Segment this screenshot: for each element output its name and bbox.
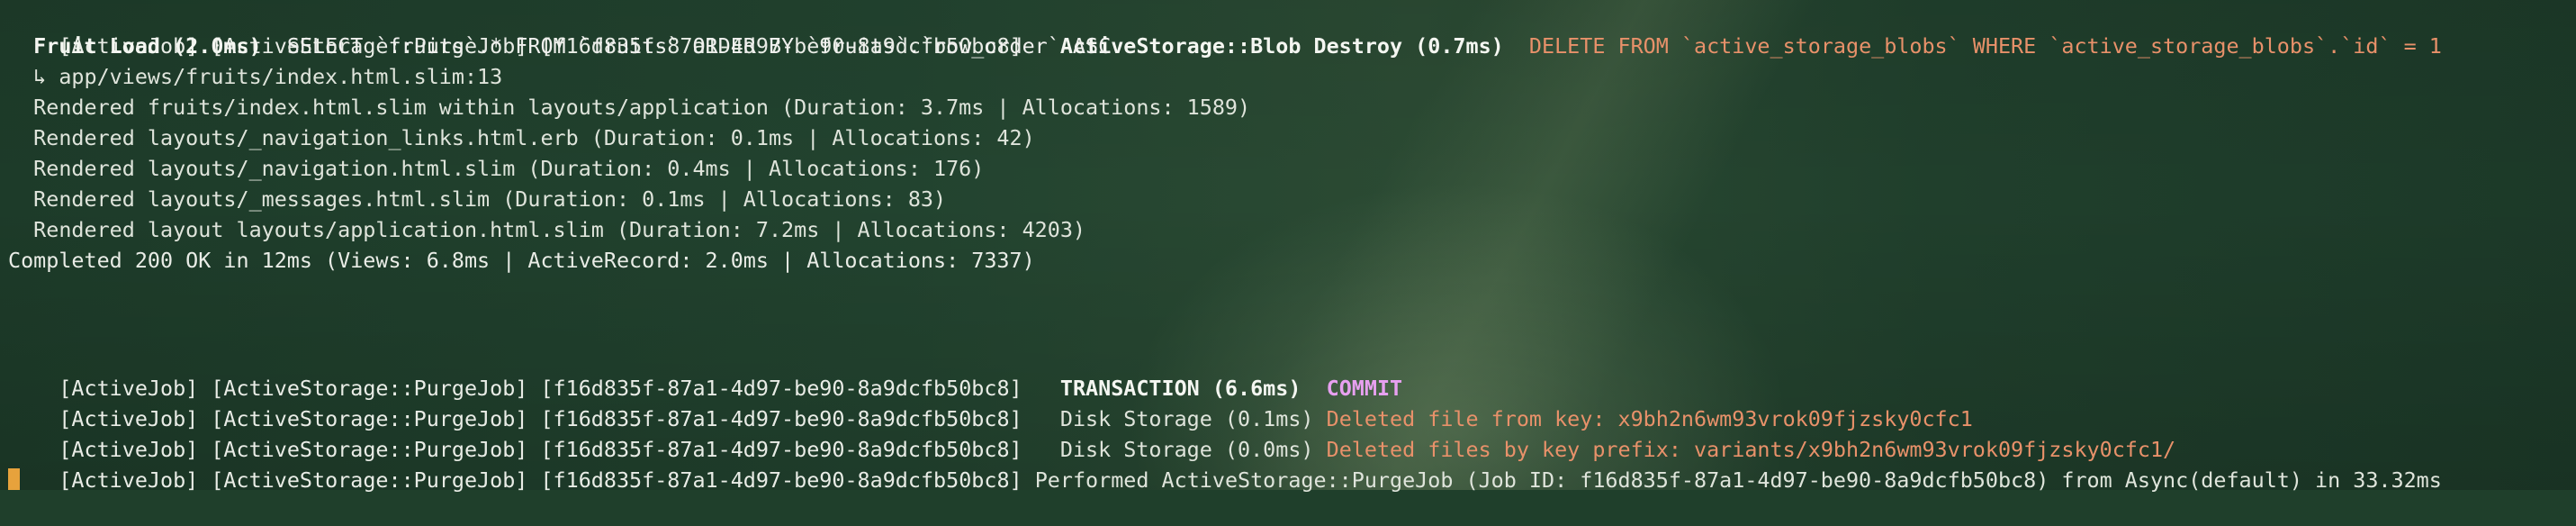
log-line-completed: Completed 200 OK in 12ms (Views: 6.8ms |… xyxy=(8,248,1035,273)
sql-statement: DELETE FROM `active_storage_blobs` WHERE… xyxy=(1528,33,2442,59)
log-line-performed: [ActiveJob] [ActiveStorage::PurgeJob] [f… xyxy=(8,434,2442,493)
terminal-output[interactable]: [ActiveJob] [ActiveStorage::PurgeJob] [f… xyxy=(0,0,2576,493)
log-line-blob-destroy: [ActiveJob] [ActiveStorage::PurgeJob] [f… xyxy=(8,0,2442,59)
log-line-fruit-load: Fruit Load (2.0ms) SELECT `fruits`.* FRO… xyxy=(8,31,1111,61)
log-line-render-navigation: Rendered layouts/_navigation.html.slim (… xyxy=(8,156,985,181)
log-line-transaction: [ActiveJob] [ActiveStorage::PurgeJob] [f… xyxy=(8,342,1402,401)
log-line-render-messages: Rendered layouts/_messages.html.slim (Du… xyxy=(8,186,947,212)
log-line-disk-delete-file: [ActiveJob] [ActiveStorage::PurgeJob] [f… xyxy=(8,373,1972,431)
log-line-source-location: ↳ app/views/fruits/index.html.slim:13 xyxy=(8,64,503,89)
sql-statement: SELECT `fruits`.* FROM `fruits` ORDER BY… xyxy=(286,33,1112,59)
log-line-render-nav-links: Rendered layouts/_navigation_links.html.… xyxy=(8,125,1035,150)
log-line-render-layout: Rendered layout layouts/application.html… xyxy=(8,217,1085,242)
performed-message: Performed ActiveStorage::PurgeJob (Job I… xyxy=(1034,467,2442,493)
log-line-disk-delete-prefix: [ActiveJob] [ActiveStorage::PurgeJob] [f… xyxy=(8,404,2175,462)
terminal-cursor-icon xyxy=(8,468,20,490)
log-label: Fruit Load (2.0ms) xyxy=(33,33,262,59)
log-label: ActiveStorage::Blob Destroy (0.7ms) xyxy=(1059,33,1504,59)
log-line-render-index: Rendered fruits/index.html.slim within l… xyxy=(8,95,1251,120)
job-prefix: [ActiveJob] [ActiveStorage::PurgeJob] [f… xyxy=(59,467,1022,493)
